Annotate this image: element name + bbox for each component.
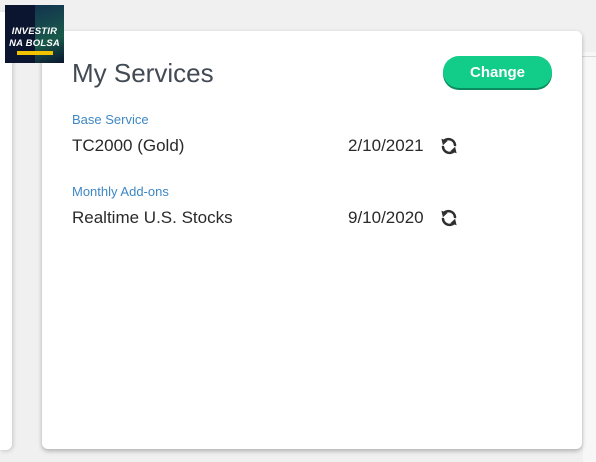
logo-line-2: NA BOLSA bbox=[9, 38, 60, 49]
addon-name: Realtime U.S. Stocks bbox=[72, 208, 233, 227]
base-service-name: TC2000 (Gold) bbox=[72, 136, 185, 155]
base-service-date: 2/10/2021 bbox=[348, 136, 424, 155]
background-edge bbox=[583, 52, 596, 462]
renew-icon[interactable] bbox=[439, 208, 459, 228]
base-service-label: Base Service bbox=[72, 112, 149, 127]
renew-icon[interactable] bbox=[439, 136, 459, 156]
logo-bar bbox=[17, 51, 53, 55]
monthly-addons-label: Monthly Add-ons bbox=[72, 184, 169, 199]
page-title: My Services bbox=[72, 58, 214, 88]
change-button[interactable]: Change bbox=[443, 56, 552, 88]
addon-date: 9/10/2020 bbox=[348, 208, 424, 227]
background-panel bbox=[0, 12, 12, 450]
investir-na-bolsa-logo: INVESTIR NA BOLSA bbox=[5, 5, 64, 63]
my-services-card bbox=[42, 31, 582, 449]
logo-line-1: INVESTIR bbox=[11, 26, 58, 37]
